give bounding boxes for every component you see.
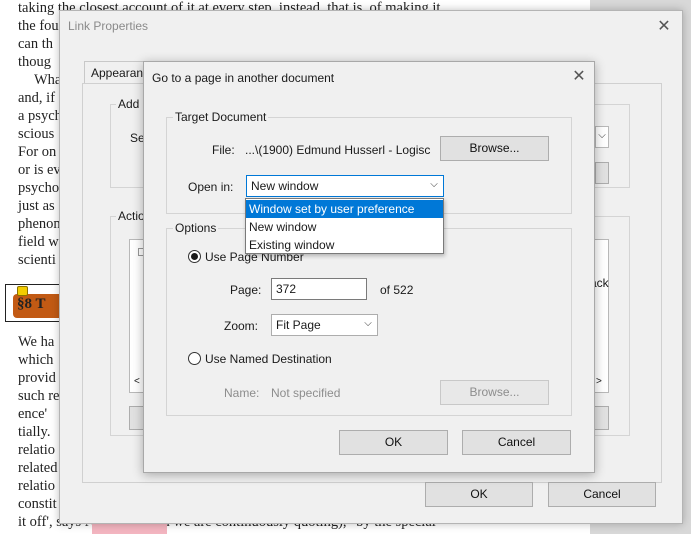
- outer-ok-button[interactable]: OK: [425, 482, 533, 507]
- zoom-select[interactable]: Fit Page ⌵: [271, 314, 378, 336]
- zoom-value: Fit Page: [276, 318, 321, 332]
- file-label: File:: [212, 143, 235, 157]
- ok-button[interactable]: OK: [339, 430, 448, 455]
- browse-named-button[interactable]: Browse...: [440, 380, 549, 405]
- dropdown-option-existing-window[interactable]: Existing window: [246, 236, 443, 254]
- section-heading-box: §8 T: [5, 284, 67, 322]
- name-label: Name:: [224, 386, 260, 400]
- open-in-dropdown-list: Window set by user preference New window…: [245, 198, 444, 254]
- target-document-label: Target Document: [173, 110, 269, 124]
- pdf-text-line: field w: [18, 234, 59, 250]
- dropdown-option-new-window[interactable]: New window: [246, 218, 443, 236]
- link-properties-title: Link Properties: [68, 19, 149, 33]
- page-total: of 522: [380, 283, 414, 297]
- pdf-text-line: the fou: [18, 18, 59, 34]
- outer-cancel-button[interactable]: Cancel: [548, 482, 656, 507]
- page-label: Page:: [230, 283, 262, 297]
- pdf-text-line: and, if: [18, 90, 56, 106]
- action-select[interactable]: ⌵: [595, 126, 609, 148]
- chevron-down-icon: ⌵: [430, 179, 438, 190]
- goto-page-dialog: Go to a page in another document ✕ Targe…: [143, 61, 595, 473]
- pdf-text-line: scienti: [18, 252, 56, 268]
- pdf-text-line: thoug: [18, 54, 52, 70]
- pdf-text-line: phenon: [18, 216, 61, 232]
- highlight-annotation: [92, 524, 167, 534]
- pdf-text-line: or is ev: [18, 162, 61, 178]
- pdf-text-line: Wha: [34, 72, 62, 88]
- dropdown-option-user-preference[interactable]: Window set by user preference: [246, 200, 443, 218]
- pdf-text-line: which: [18, 352, 54, 368]
- pdf-text-line: such re: [18, 388, 60, 404]
- pdf-text-line: For on: [18, 144, 57, 160]
- name-value: Not specified: [271, 386, 341, 400]
- pdf-text-line: tially.: [18, 424, 51, 440]
- open-in-select[interactable]: New window ⌵: [246, 175, 444, 197]
- pdf-text-line: just as: [18, 198, 55, 214]
- close-icon[interactable]: ✕: [569, 67, 589, 87]
- zoom-label: Zoom:: [224, 319, 259, 333]
- pdf-text-line: psycho: [18, 180, 60, 196]
- pdf-text-line: ence': [18, 406, 48, 422]
- comment-note-icon[interactable]: [17, 286, 28, 296]
- use-page-number-radio[interactable]: [188, 250, 201, 263]
- pdf-text-line: a psych: [18, 108, 62, 124]
- file-path: ...\(1900) Edmund Husserl - Logisc: [245, 143, 431, 157]
- cancel-button[interactable]: Cancel: [462, 430, 571, 455]
- browse-button[interactable]: Browse...: [440, 136, 549, 161]
- page-number-input[interactable]: 372: [271, 278, 367, 300]
- scroll-right-icon[interactable]: >: [596, 376, 602, 387]
- use-named-destination-radio[interactable]: [188, 352, 201, 365]
- scroll-left-icon[interactable]: <: [134, 376, 140, 387]
- pdf-text-line: constit: [18, 496, 57, 512]
- pdf-text-line: can th: [18, 36, 54, 52]
- pdf-text-line: relatio: [18, 478, 56, 494]
- pdf-text-line: We ha: [18, 334, 55, 350]
- open-in-value: New window: [251, 179, 319, 193]
- open-in-label: Open in:: [188, 180, 234, 194]
- pdf-text-line: provid: [18, 370, 56, 386]
- pdf-text-line: relatio: [18, 442, 56, 458]
- add-button[interactable]: [595, 162, 609, 184]
- use-named-destination-label[interactable]: Use Named Destination: [205, 352, 332, 366]
- close-icon[interactable]: ✕: [654, 17, 674, 37]
- chevron-down-icon: ⌵: [364, 318, 372, 329]
- pdf-text-line: scious: [18, 126, 55, 142]
- options-label: Options: [173, 221, 219, 235]
- pdf-text-line: related: [18, 460, 58, 476]
- goto-dialog-title: Go to a page in another document: [152, 71, 335, 85]
